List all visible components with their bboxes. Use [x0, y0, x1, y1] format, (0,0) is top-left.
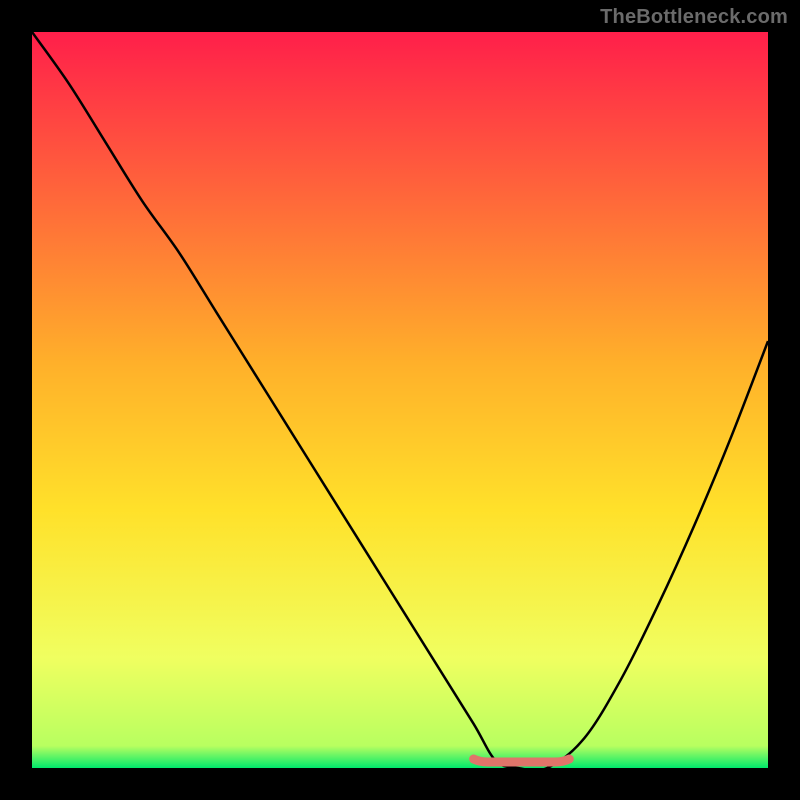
bottleneck-curve	[32, 32, 768, 768]
curve-layer	[32, 32, 768, 768]
chart-frame: TheBottleneck.com	[0, 0, 800, 800]
optimal-marker	[474, 759, 570, 762]
watermark-text: TheBottleneck.com	[600, 6, 788, 29]
plot-area	[32, 32, 768, 768]
